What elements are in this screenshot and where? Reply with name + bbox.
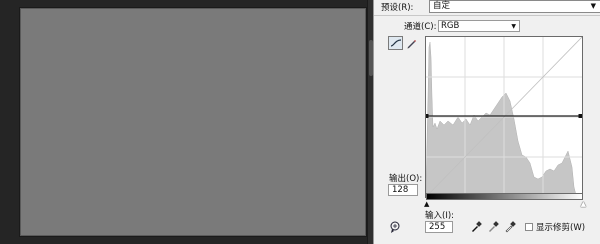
input-label: 输入(I): — [425, 211, 455, 221]
canvas-area — [0, 0, 372, 244]
preset-select[interactable]: 自定 ▼ — [429, 0, 600, 13]
show-clipping-checkbox[interactable] — [525, 223, 533, 231]
black-point-slider[interactable]: ▲ — [424, 200, 429, 208]
curves-graph-canvas[interactable] — [424, 36, 583, 198]
preset-value: 自定 — [433, 1, 451, 11]
input-slider[interactable]: ▲ ▲ — [424, 200, 586, 209]
curves-dialog: 预设(R): 自定 ▼ 通道(C): RGB ▼ 输出(O): 128 ▲ ▲ … — [373, 0, 600, 244]
channel-value: RGB — [441, 20, 460, 31]
curve-icon — [390, 39, 401, 47]
white-point-slider[interactable]: ▲ — [581, 200, 586, 208]
document-image[interactable] — [20, 8, 366, 236]
curve-point-right[interactable] — [578, 114, 583, 118]
chevron-down-icon: ▼ — [590, 2, 596, 10]
channel-row: 通道(C): RGB ▼ — [404, 19, 520, 32]
output-field[interactable]: 128 — [388, 184, 418, 196]
eyedropper-gray-icon[interactable] — [487, 221, 499, 233]
curve-point-left[interactable] — [424, 114, 429, 118]
channel-select[interactable]: RGB ▼ — [438, 19, 520, 32]
preset-label: 预设(R): — [381, 3, 414, 13]
input-gradient-bar — [426, 193, 583, 200]
pencil-tool-button[interactable] — [405, 37, 417, 49]
preset-row: 预设(R): 自定 ▼ — [374, 0, 600, 14]
eyedropper-white-icon[interactable] — [504, 221, 516, 233]
pencil-icon — [407, 39, 416, 48]
curve-tool-button[interactable] — [388, 36, 403, 50]
input-field[interactable]: 255 — [425, 221, 453, 233]
eyedropper-black-icon[interactable] — [470, 221, 482, 233]
curves-graph[interactable] — [424, 36, 583, 198]
show-clipping-option[interactable]: 显示修剪(W) — [525, 221, 585, 233]
channel-label: 通道(C): — [404, 21, 437, 32]
divider — [374, 15, 600, 16]
show-clipping-label: 显示修剪(W) — [536, 223, 586, 233]
hand-target-icon[interactable] — [388, 220, 402, 234]
output-label: 输出(O): — [389, 174, 423, 184]
chevron-down-icon: ▼ — [511, 22, 516, 30]
